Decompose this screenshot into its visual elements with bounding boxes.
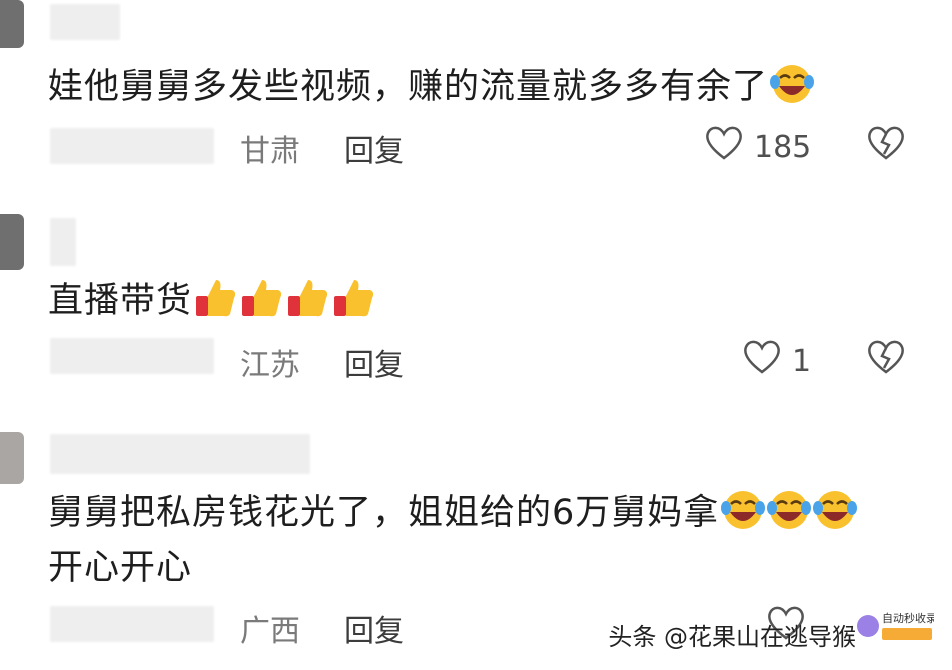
reply-button[interactable]: 回复 [344, 606, 404, 650]
heart-icon [704, 124, 744, 170]
comment-text-content: 舅舅把私房钱花光了，姐姐给的6万舅妈拿 [48, 493, 720, 533]
watermark-text: 头条 @花果山在逃导猴 [608, 623, 856, 651]
avatar[interactable] [0, 0, 24, 48]
like-button[interactable]: 1 [742, 338, 811, 384]
comment-item: 直播带货 江苏 回复 1 [0, 210, 952, 410]
username-blurred[interactable] [50, 218, 76, 266]
location-label: 广西 [240, 614, 300, 649]
like-count: 1 [792, 343, 812, 379]
laugh-cry-emoji [721, 488, 766, 532]
laugh-cry-emoji [813, 488, 858, 532]
comment-text: 直播带货 [48, 274, 376, 329]
location-label: 江苏 [240, 348, 300, 383]
laugh-cry-emoji [767, 488, 812, 532]
thumbs-up-emoji [286, 276, 330, 320]
username-blurred[interactable] [50, 434, 310, 474]
laugh-cry-emoji [770, 62, 815, 106]
thumbs-up-emoji [194, 276, 238, 320]
avatar[interactable] [0, 432, 24, 484]
like-count: 185 [754, 129, 812, 165]
date-blurred [50, 338, 214, 374]
comment-text-content: 娃他舅舅多发些视频，赚的流量就多多有余了 [48, 67, 769, 107]
reply-button[interactable]: 回复 [344, 126, 404, 170]
site-logo: 自动秒收录 [856, 606, 937, 646]
broken-heart-icon [866, 340, 906, 380]
dislike-button[interactable] [866, 124, 906, 166]
thumbs-up-emoji [240, 276, 284, 320]
avatar[interactable] [0, 214, 24, 270]
like-button[interactable]: 185 [704, 124, 811, 170]
comment-text: 娃他舅舅多发些视频，赚的流量就多多有余了 [48, 60, 815, 115]
comment-text-line2: 开心开心 [48, 548, 193, 588]
comment-text: 舅舅把私房钱花光了，姐姐给的6万舅妈拿 开心开心 [48, 486, 858, 596]
date-blurred [50, 128, 214, 164]
username-blurred[interactable] [50, 4, 120, 40]
comment-item: 娃他舅舅多发些视频，赚的流量就多多有余了 甘肃 回复 185 [0, 0, 952, 200]
thumbs-up-emoji [332, 276, 376, 320]
broken-heart-icon [866, 126, 906, 166]
watermark: 头条 @花果山在逃导猴 [608, 617, 856, 652]
date-blurred [50, 606, 214, 642]
comment-text-content: 直播带货 [48, 281, 193, 321]
location-label: 甘肃 [240, 134, 300, 169]
heart-icon [742, 338, 782, 384]
dislike-button[interactable] [866, 338, 906, 380]
reply-button[interactable]: 回复 [344, 340, 404, 384]
site-logo-text: 自动秒收录 [882, 611, 934, 625]
